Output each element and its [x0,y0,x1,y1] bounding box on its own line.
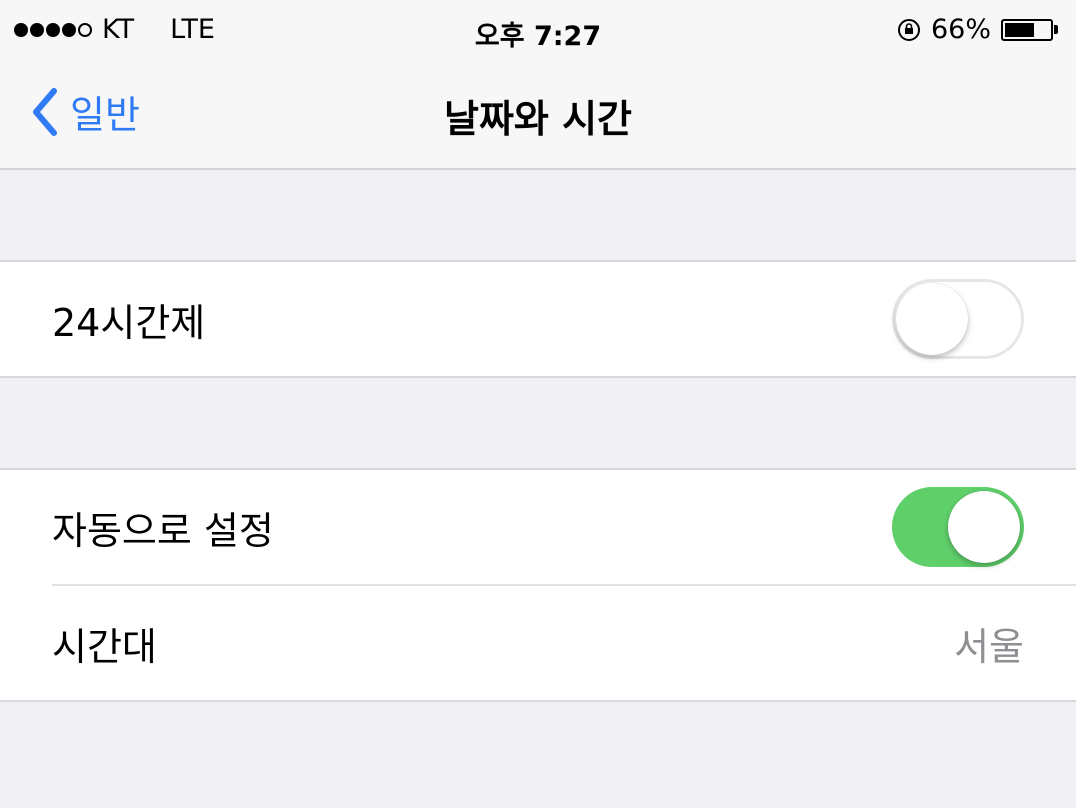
row-label-24-hour: 24시간제 [52,300,206,345]
battery-icon [1001,18,1058,41]
settings-group-time-format: 24시간제 [0,260,1076,378]
battery-body [1001,18,1053,41]
toggle-knob [896,283,968,355]
toggle-set-automatically[interactable] [892,487,1024,567]
page-title: 날짜와 시간 [443,97,633,141]
status-right: 66% [897,14,1058,45]
battery-percent: 66% [930,14,991,45]
row-label-time-zone: 시간대 [52,624,157,669]
row-24-hour: 24시간제 [0,262,1076,376]
row-set-automatically: 자동으로 설정 [0,470,1076,584]
battery-fill [1005,22,1035,37]
settings-screen: KT LTE 오후 7:27 66% 일반 날짜와 시간 24시간제 자동으로 … [0,0,1076,808]
row-label-set-automatically: 자동으로 설정 [52,508,274,553]
toggle-24-hour[interactable] [892,279,1024,359]
orientation-lock-icon [897,18,921,42]
battery-tip [1054,25,1058,34]
time-zone-value: 서울 [954,624,1024,669]
toggle-knob [948,491,1020,563]
navigation-bar: 일반 날짜와 시간 [0,62,1076,170]
status-bar: KT LTE 오후 7:27 66% [0,0,1076,62]
row-time-zone[interactable]: 시간대 서울 [0,586,1076,700]
settings-group-auto: 자동으로 설정 시간대 서울 [0,468,1076,702]
